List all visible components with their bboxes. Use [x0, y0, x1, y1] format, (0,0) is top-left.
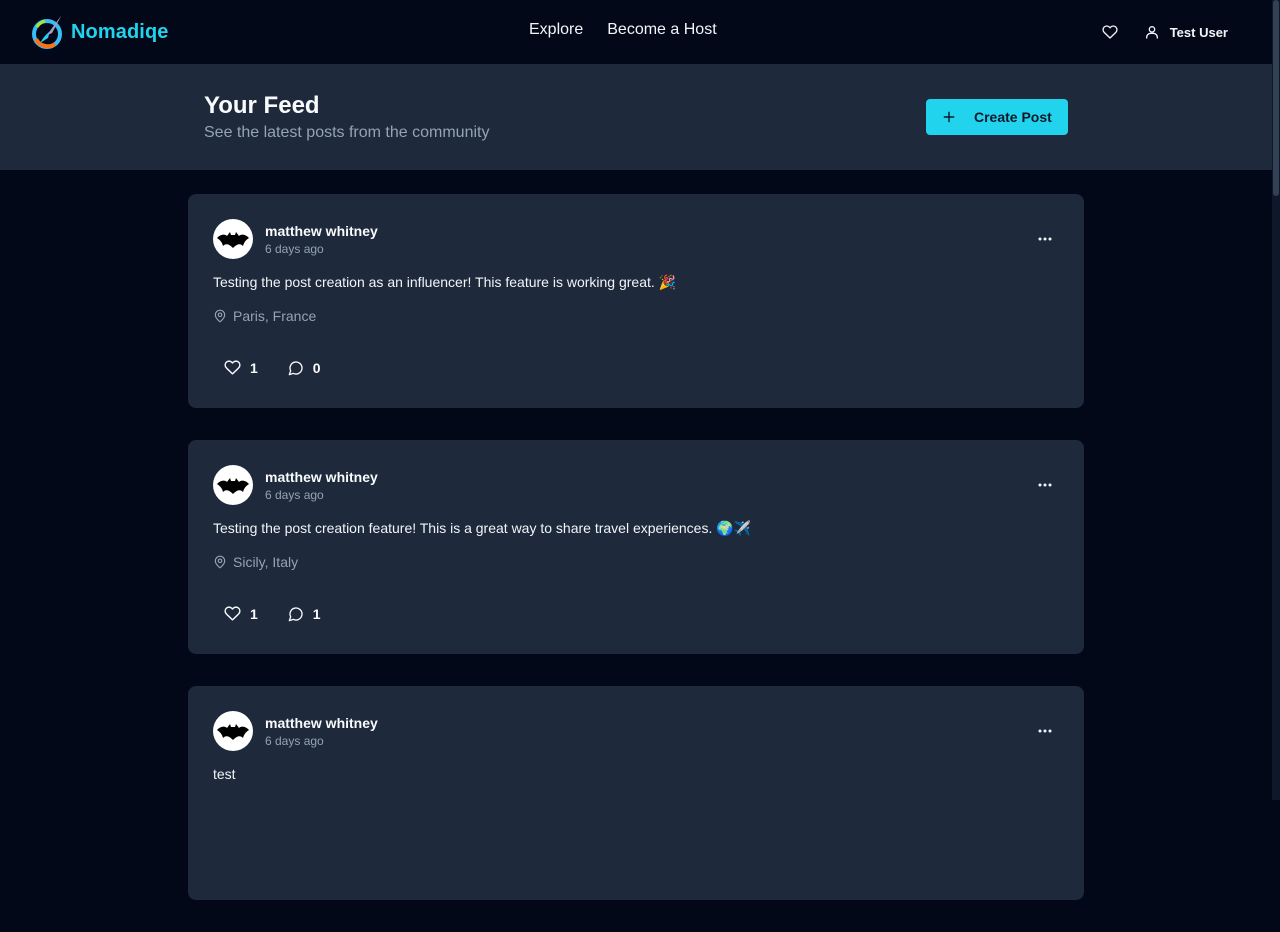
post-time: 6 days ago: [265, 734, 324, 748]
post-location-text: Sicily, Italy: [233, 554, 299, 570]
map-pin-icon: [214, 555, 226, 569]
user-icon: [1145, 26, 1158, 39]
brand-name: Nomadiqe: [71, 20, 169, 43]
comment-icon: [288, 360, 303, 375]
favorites-button[interactable]: [1098, 20, 1122, 44]
heart-icon: [224, 360, 241, 375]
map-pin-icon: [214, 309, 226, 323]
avatar[interactable]: [213, 465, 253, 505]
post-content: Testing the post creation as an influenc…: [213, 274, 677, 290]
post-feed: matthew whitney 6 days ago Testing the p…: [188, 194, 1084, 932]
page-title: Your Feed: [204, 92, 320, 119]
create-post-button[interactable]: Create Post: [926, 99, 1068, 135]
post-card: matthew whitney 6 days ago Testing the p…: [188, 194, 1084, 408]
more-horizontal-icon: [1038, 237, 1052, 241]
comment-button[interactable]: 0: [288, 359, 321, 376]
nav-actions: Test User: [1098, 20, 1228, 44]
bat-emblem-icon: [217, 478, 249, 494]
post-author[interactable]: matthew whitney: [265, 715, 378, 731]
post-actions: 1 1: [224, 605, 321, 622]
heart-icon: [224, 606, 241, 621]
bat-emblem-icon: [217, 724, 249, 740]
post-location-text: Paris, France: [233, 308, 317, 324]
post-time: 6 days ago: [265, 242, 324, 256]
comment-count: 1: [312, 605, 321, 622]
bat-emblem-icon: [217, 232, 249, 248]
post-actions: 1 0: [224, 359, 321, 376]
scrollbar-thumb[interactable]: [1273, 0, 1279, 196]
compass-logo-icon: [32, 16, 62, 49]
post-author[interactable]: matthew whitney: [265, 223, 378, 239]
page-subtitle: See the latest posts from the community: [204, 124, 490, 141]
post-author[interactable]: matthew whitney: [265, 469, 378, 485]
avatar[interactable]: [213, 219, 253, 259]
create-post-label: Create Post: [974, 109, 1052, 125]
avatar[interactable]: [213, 711, 253, 751]
post-card: matthew whitney 6 days ago test: [188, 686, 1084, 900]
like-count: 1: [250, 359, 258, 376]
post-options-button[interactable]: [1036, 722, 1054, 740]
nav-link-explore[interactable]: Explore: [529, 21, 583, 39]
post-content: Testing the post creation feature! This …: [213, 520, 752, 536]
post-card: matthew whitney 6 days ago Testing the p…: [188, 440, 1084, 654]
comment-count: 0: [312, 359, 321, 376]
post-location: Sicily, Italy: [213, 554, 298, 570]
more-horizontal-icon: [1038, 729, 1052, 733]
plus-icon: [943, 111, 955, 123]
post-content: test: [213, 766, 236, 782]
like-button[interactable]: 1: [224, 605, 258, 622]
post-location: Paris, France: [213, 308, 316, 324]
comment-icon: [288, 606, 303, 621]
comment-button[interactable]: 1: [288, 605, 321, 622]
nav-link-become-host[interactable]: Become a Host: [607, 21, 716, 39]
more-horizontal-icon: [1038, 483, 1052, 487]
post-options-button[interactable]: [1036, 230, 1054, 248]
user-menu-button[interactable]: Test User: [1144, 24, 1228, 40]
like-button[interactable]: 1: [224, 359, 258, 376]
page-scrollbar[interactable]: [1272, 0, 1280, 800]
post-time: 6 days ago: [265, 488, 324, 502]
feed-header: Your Feed See the latest posts from the …: [0, 64, 1272, 170]
user-name: Test User: [1169, 24, 1228, 40]
nav-links: Explore Become a Host: [529, 21, 717, 39]
post-options-button[interactable]: [1036, 476, 1054, 494]
top-navbar: Nomadiqe Explore Become a Host Test User: [0, 0, 1272, 64]
brand-link[interactable]: Nomadiqe: [31, 13, 168, 51]
like-count: 1: [250, 605, 258, 622]
heart-icon: [1102, 25, 1118, 39]
